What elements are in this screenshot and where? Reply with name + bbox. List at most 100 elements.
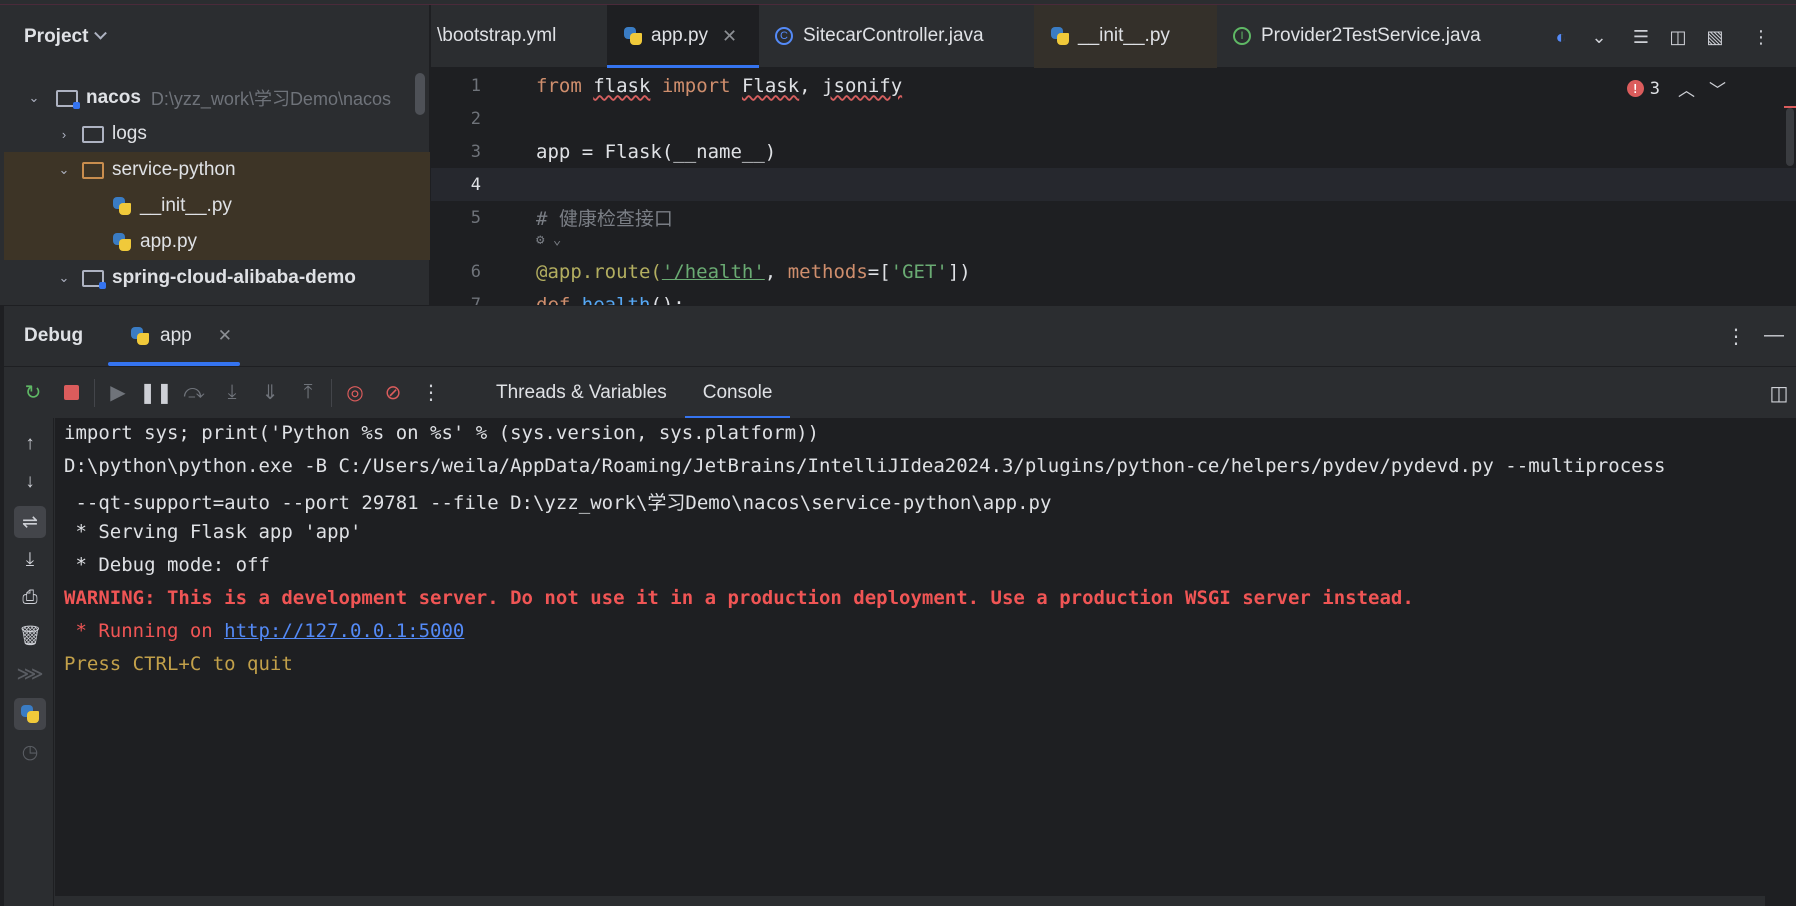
code-line: 7 def health():: [431, 288, 1796, 306]
structure-icon[interactable]: ☰: [1631, 27, 1651, 47]
pause-icon[interactable]: ❚❚: [137, 374, 175, 412]
preview-icon[interactable]: ▧: [1705, 27, 1725, 47]
rerun-icon[interactable]: ↻: [14, 374, 52, 412]
console-prompt-icon[interactable]: ⋙: [14, 658, 46, 690]
running-prefix: * Running on: [64, 620, 225, 642]
tab-sitecar-controller[interactable]: C SitecarController.java: [759, 5, 1034, 68]
mute-breakpoints-icon[interactable]: ⊘: [374, 374, 412, 412]
endpoint-icon[interactable]: ⚙ ⌄: [536, 232, 561, 248]
tab-label: Provider2TestService.java: [1261, 25, 1481, 46]
toolbar-separator: [331, 378, 332, 407]
code-comment: # 健康检查接口: [536, 208, 673, 230]
string-literal: '/health': [661, 260, 765, 283]
tree-item-label: __init__.py: [140, 195, 232, 216]
step-out-icon[interactable]: ⤒: [289, 374, 327, 412]
chevron-down-icon[interactable]: ⌄: [26, 90, 42, 106]
code-vision-hint[interactable]: ⚙ ⌄: [431, 228, 1796, 252]
view-breakpoints-icon[interactable]: ◎: [336, 374, 374, 412]
layout-icon[interactable]: ◫: [1760, 374, 1796, 412]
console-quit-hint: Press CTRL+C to quit: [64, 653, 293, 675]
tree-item-label: service-python: [112, 159, 236, 180]
resume-icon[interactable]: ▶: [99, 374, 137, 412]
step-over-icon[interactable]: ⤼: [175, 374, 213, 412]
tab-init-py[interactable]: __init__.py: [1034, 4, 1217, 68]
python-file-icon: [623, 26, 643, 46]
error-icon: !: [1626, 80, 1644, 97]
tree-item-label: app.py: [140, 231, 198, 252]
close-icon[interactable]: ✕: [722, 26, 737, 47]
tree-item-nacos[interactable]: ⌄ nacos D:\yzz_work\学习Demo\nacos: [4, 80, 430, 116]
chevron-down-icon[interactable]: ⌄: [56, 162, 72, 178]
tree-item-spring-cloud-alibaba-demo[interactable]: ⌄ spring-cloud-alibaba-demo: [4, 260, 430, 296]
more-options-icon[interactable]: ⋮: [1726, 324, 1746, 349]
print-icon[interactable]: ⎙: [14, 582, 46, 614]
code-line: 6 @app.route('/health', methods=['GET']): [431, 255, 1796, 288]
split-view-icon[interactable]: ◫: [1668, 27, 1688, 47]
tab-label: app.py: [651, 25, 709, 46]
punct: ]): [947, 260, 971, 283]
console-line: * Debug mode: off: [64, 554, 270, 576]
trash-icon[interactable]: 🗑: [14, 620, 46, 652]
chevron-down-icon[interactable]: ﹀: [1709, 76, 1726, 101]
session-tab-label: app: [160, 325, 192, 346]
line-number: 4: [470, 174, 481, 195]
step-into-my-code-icon[interactable]: ⇓: [251, 374, 289, 412]
minimize-icon[interactable]: —: [1764, 324, 1784, 347]
chevron-down-icon[interactable]: ⌄: [1589, 27, 1609, 47]
arrow-up-icon[interactable]: ↑: [14, 428, 46, 460]
history-icon[interactable]: ◷: [14, 736, 46, 768]
chevron-up-icon[interactable]: ︿: [1678, 76, 1695, 101]
folder-icon: [82, 161, 104, 179]
toolbar-separator: [94, 378, 95, 407]
line-number: 1: [470, 75, 481, 96]
chevron-down-icon[interactable]: [94, 26, 108, 40]
soft-wrap-icon[interactable]: ⇌: [14, 506, 46, 538]
code-line: 3 app = Flask(__name__): [431, 135, 1796, 168]
console-line: * Serving Flask app 'app': [64, 521, 362, 543]
console-side-toolbar: ↑ ↓ ⇌ ⤓ ⎙ 🗑 ⋙ ◷: [4, 418, 54, 906]
python-console-icon[interactable]: [14, 698, 46, 730]
punct: ():: [650, 293, 685, 306]
server-url-link[interactable]: http://127.0.0.1:5000: [224, 620, 464, 642]
function-name: jsonify: [822, 74, 903, 97]
tree-item-app-py[interactable]: app.py: [4, 224, 430, 260]
code-editor[interactable]: 1 from flask import Flask, jsonify 2 3 a…: [431, 68, 1796, 305]
python-file-icon: [112, 196, 132, 216]
project-panel: Project ⌄ nacos D:\yzz_work\学习Demo\nacos…: [0, 5, 430, 305]
console-output[interactable]: import sys; print('Python %s on %s' % (s…: [55, 418, 1796, 906]
class-icon[interactable]: ◐: [1551, 27, 1571, 47]
stop-icon[interactable]: [52, 374, 90, 412]
line-number: 7: [470, 294, 481, 306]
line-number: 2: [470, 108, 481, 129]
scroll-to-end-icon[interactable]: ⤓: [14, 544, 46, 576]
tab-provider2-test-service[interactable]: I Provider2TestService.java: [1217, 5, 1517, 68]
code-line: 2: [431, 102, 1796, 135]
tab-threads-variables[interactable]: Threads & Variables: [478, 367, 685, 419]
tree-item-service-python[interactable]: ⌄ service-python: [4, 152, 430, 188]
tree-item-logs[interactable]: › logs: [4, 116, 430, 152]
module-name: flask: [593, 74, 651, 97]
tab-label: SitecarController.java: [803, 25, 984, 46]
console-line: D:\python\python.exe -B C:/Users/weila/A…: [64, 455, 1666, 477]
project-header[interactable]: Project: [0, 5, 429, 69]
more-options-icon[interactable]: ⋮: [1751, 27, 1771, 47]
tab-bootstrap-yml[interactable]: \bootstrap.yml: [431, 5, 607, 68]
close-icon[interactable]: ✕: [218, 326, 232, 346]
tab-app-py[interactable]: app.py ✕: [607, 4, 759, 68]
line-number: 6: [470, 261, 481, 282]
chevron-down-icon[interactable]: ⌄: [56, 270, 72, 286]
debug-session-tab[interactable]: app ✕: [108, 306, 240, 366]
console-horizontal-scrollbar[interactable]: [55, 896, 1765, 906]
function-name: health: [581, 293, 651, 306]
inspection-widget[interactable]: ! 3 ︿ ﹀: [1626, 76, 1726, 101]
chevron-right-icon[interactable]: ›: [56, 126, 72, 142]
tab-console[interactable]: Console: [684, 367, 791, 419]
editor-scrollbar[interactable]: [1786, 108, 1794, 166]
tree-item-init-py[interactable]: __init__.py: [4, 188, 430, 224]
project-scrollbar[interactable]: [415, 73, 425, 115]
more-options-icon[interactable]: ⋮: [412, 374, 450, 412]
arrow-down-icon[interactable]: ↓: [14, 466, 46, 498]
step-into-icon[interactable]: ⤓: [213, 374, 251, 412]
debug-toolbar: ↻ ▶ ❚❚ ⤼ ⤓ ⇓ ⤒ ◎ ⊘ ⋮ Threads & Variables…: [4, 366, 1796, 419]
line-number: 3: [470, 141, 481, 162]
